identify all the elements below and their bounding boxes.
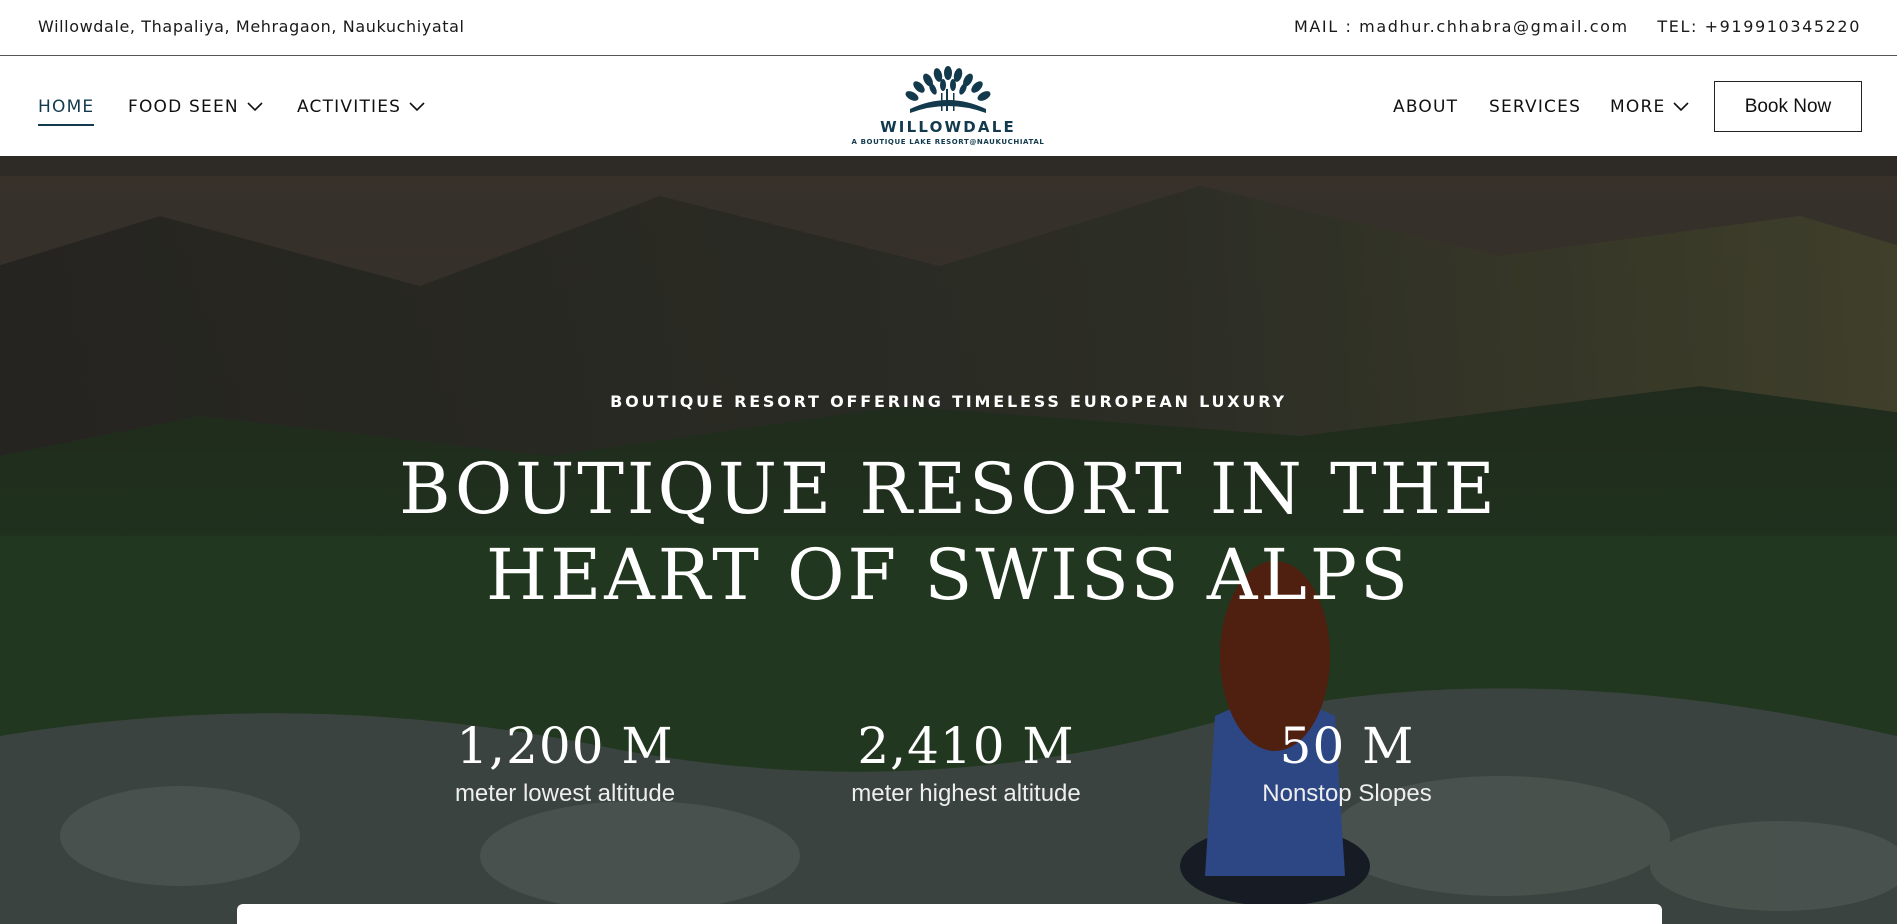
mail-link[interactable]: MAIL : madhur.chhabra@gmail.com [1294,17,1629,36]
nav-activities[interactable]: ACTIVITIES [297,97,425,117]
stat-label: meter lowest altitude [454,780,676,807]
nav-services[interactable]: SERVICES [1489,97,1581,117]
stat-value: 50 M [1279,717,1415,775]
hero-title-line-1: BOUTIQUE RESORT IN THE [399,448,1498,530]
top-info-bar: Willowdale, Thapaliya, Mehragaon, Naukuc… [0,0,1897,56]
stat-nonstop-slopes: 50 M Nonstop Slopes [1197,716,1497,808]
nav-home-label: HOME [38,97,95,117]
book-now-button[interactable]: Book Now [1714,81,1862,132]
hero-kicker: BOUTIQUE RESORT OFFERING TIMELESS EUROPE… [610,392,1287,411]
phone-link[interactable]: TEL: +919910345220 [1657,17,1861,36]
nav-about[interactable]: ABOUT [1393,97,1458,117]
logo-name: WILLOWDALE [880,118,1016,136]
nav-activities-label: ACTIVITIES [297,97,402,117]
nav-food-seen[interactable]: FOOD SEEN [128,97,263,117]
booking-widget-card [237,904,1662,924]
nav-more[interactable]: MORE [1610,97,1689,117]
chevron-down-icon [247,102,263,112]
main-nav: HOME FOOD SEEN ACTIVITIES WILLOWDALE A B… [0,57,1897,156]
logo-tagline: A BOUTIQUE LAKE RESORT@NAUKUCHIATAL [851,138,1045,146]
stat-highest-altitude: 2,410 M meter highest altitude [816,716,1116,808]
brand-logo[interactable]: WILLOWDALE A BOUTIQUE LAKE RESORT@NAUKUC… [850,65,1046,153]
stat-label: Nonstop Slopes [1262,780,1432,807]
stat-label: meter highest altitude [851,780,1081,807]
nav-services-label: SERVICES [1489,97,1582,117]
stat-value: 2,410 M [857,717,1075,775]
chevron-down-icon [1673,102,1689,112]
address-text: Willowdale, Thapaliya, Mehragaon, Naukuc… [38,17,465,36]
stat-value: 1,200 M [456,717,674,775]
hero-title: BOUTIQUE RESORT IN THE HEART OF SWISS AL… [0,446,1897,618]
nav-more-label: MORE [1610,97,1666,117]
tree-fan-icon [905,66,991,113]
chevron-down-icon [409,102,425,112]
hero-title-line-2: HEART OF SWISS ALPS [486,534,1411,616]
stat-lowest-altitude: 1,200 M meter lowest altitude [415,716,715,808]
contact-info: MAIL : madhur.chhabra@gmail.com TEL: +91… [1294,17,1861,36]
nav-food-seen-label: FOOD SEEN [128,97,239,117]
nav-home[interactable]: HOME [38,97,95,126]
nav-about-label: ABOUT [1393,97,1459,117]
hero-section: BOUTIQUE RESORT OFFERING TIMELESS EUROPE… [0,156,1897,924]
